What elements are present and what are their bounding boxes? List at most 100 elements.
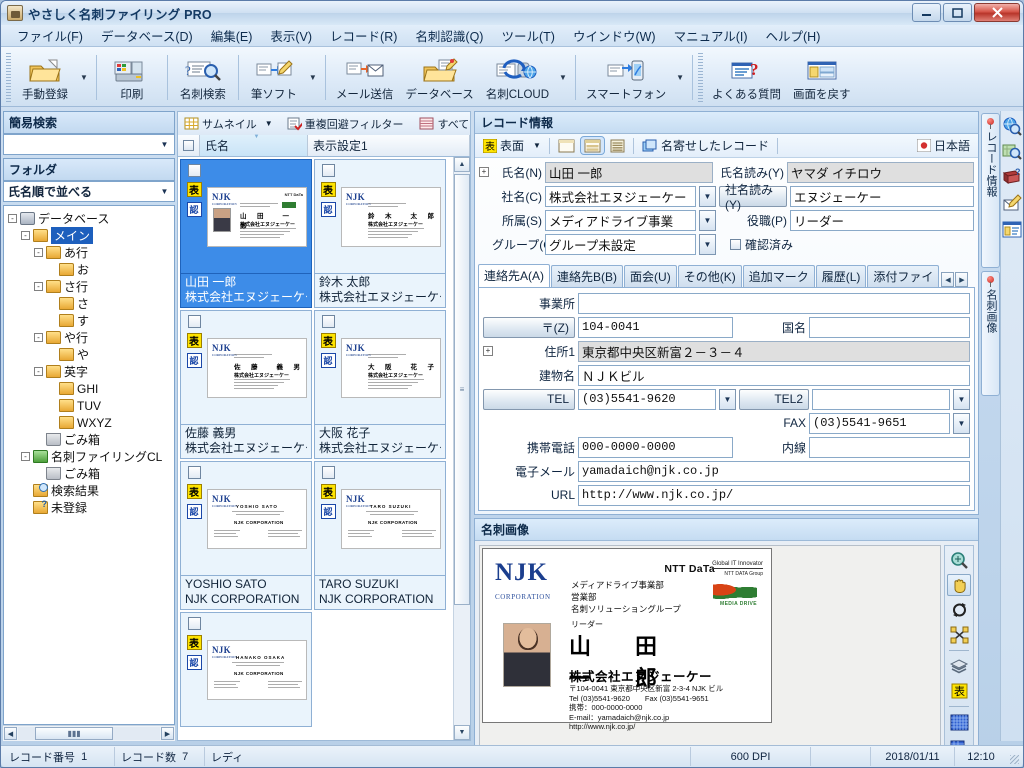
scroll-up-icon[interactable]: ▲ xyxy=(454,157,470,172)
tree-horizontal-scrollbar[interactable]: ◀ ▮▮▮ ▶ xyxy=(3,725,175,741)
recognized-icon[interactable]: 認 xyxy=(320,504,336,519)
duplicate-filter-button[interactable]: 重複回避フィルター xyxy=(283,115,408,133)
toolbar-grip[interactable] xyxy=(6,53,11,102)
title-field[interactable]: リーダー xyxy=(790,209,974,231)
tree-expander-icon[interactable]: - xyxy=(34,282,43,291)
toolbar-pen-software-dropdown[interactable]: ▼ xyxy=(305,49,321,106)
tree-node[interactable]: - データベース xyxy=(8,210,174,227)
folder-tree[interactable]: - データベース - メイン - あ行お - さ行さす - や行や - 英字 GHI TUV WXYZ ごみ箱… xyxy=(3,205,175,725)
toolbar-card-cloud[interactable]: 名刺CLOUD xyxy=(480,49,555,106)
contact-tab-0[interactable]: 連絡先A(A) xyxy=(478,264,551,287)
map-search-icon[interactable] xyxy=(1001,141,1023,163)
front-side-icon[interactable]: 表 xyxy=(186,333,202,348)
tab-scroll-left-icon[interactable]: ◀ xyxy=(941,272,955,287)
minimize-button[interactable] xyxy=(912,3,941,22)
toolbar-manual-register[interactable]: 手動登録 xyxy=(14,49,76,106)
recognized-icon[interactable]: 認 xyxy=(186,353,202,368)
tree-expander-icon[interactable]: - xyxy=(21,452,30,461)
merged-records-button[interactable]: 名寄せしたレコード xyxy=(639,136,772,155)
pin-icon[interactable] xyxy=(985,276,996,287)
menu-edit[interactable]: 編集(E) xyxy=(203,24,261,47)
group-field[interactable]: グループ未設定 xyxy=(545,233,696,255)
tab-scroll-right-icon[interactable]: ▶ xyxy=(955,272,969,287)
toolbar-grip[interactable] xyxy=(698,53,704,102)
expand-name-icon[interactable]: + xyxy=(479,167,489,177)
building-field[interactable]: ＮＪＫビル xyxy=(578,364,970,386)
image-grid-icon[interactable] xyxy=(947,711,971,733)
tree-node[interactable]: さ xyxy=(8,295,174,312)
tel2-button[interactable]: TEL2 xyxy=(739,388,809,410)
column-display-setting[interactable]: 表示設定1 xyxy=(308,135,470,156)
fax-field[interactable]: (03)5541-9651 xyxy=(809,412,950,434)
company-kana-button[interactable]: 社名読み(Y) xyxy=(719,183,787,212)
company-field[interactable]: 株式会社エヌジェーケー xyxy=(545,185,696,207)
column-name[interactable]: 氏名 xyxy=(200,134,308,156)
card-image-canvas[interactable]: NJK CORPORATION NTT DaTa Global IT Innov… xyxy=(479,545,941,762)
toolbar-database[interactable]: データベース xyxy=(399,49,479,106)
tree-node[interactable]: - 名刺ファイリングCL xyxy=(8,448,174,465)
vscroll-track[interactable]: ≡ xyxy=(454,172,470,725)
tel-dropdown-icon[interactable]: ▼ xyxy=(719,388,736,410)
confirmed-row[interactable]: 確認済み xyxy=(730,236,793,253)
card-select-checkbox[interactable] xyxy=(321,315,335,328)
recognized-icon[interactable]: 認 xyxy=(186,202,202,217)
expand-address-icon[interactable]: + xyxy=(483,346,493,356)
card-select-checkbox[interactable] xyxy=(187,617,201,630)
front-side-icon[interactable]: 表 xyxy=(186,635,202,650)
scroll-right-icon[interactable]: ▶ xyxy=(161,727,174,740)
card-list-item[interactable]: 表認 NJK CORPORATION 大 阪 花 子株式会社エヌジェーケー 大阪 花子株… xyxy=(314,310,446,459)
tree-expander-icon[interactable]: - xyxy=(34,248,43,257)
tree-node[interactable]: - や行 xyxy=(8,329,174,346)
mobile-field[interactable]: 000-0000-0000 xyxy=(578,436,733,458)
toolbar-smartphone-dropdown[interactable]: ▼ xyxy=(672,49,688,106)
menu-view[interactable]: 表示(V) xyxy=(262,24,320,47)
card-list-item[interactable]: 表認 NJK CORPORATION YOSHIO SATO NJK CORPORATI… xyxy=(180,461,312,610)
dept-dropdown-icon[interactable]: ▼ xyxy=(699,209,716,231)
menu-card-recognition[interactable]: 名刺認識(Q) xyxy=(407,24,491,47)
vscroll-thumb[interactable]: ≡ xyxy=(454,174,470,606)
business-card-image[interactable]: NJK CORPORATION NTT DaTa Global IT Innov… xyxy=(482,548,772,731)
card-list-item[interactable]: 表認 NJK CORPORATION HANAKO OSAKA NJK CORPORAT… xyxy=(180,612,312,727)
recognized-icon[interactable]: 認 xyxy=(320,353,336,368)
fit-screen-icon[interactable] xyxy=(947,624,971,646)
menu-database[interactable]: データベース(D) xyxy=(93,24,201,47)
view-mode-dropdown[interactable]: ▼ xyxy=(263,118,275,129)
tree-node[interactable]: ごみ箱 xyxy=(8,465,174,482)
close-button[interactable] xyxy=(974,3,1020,22)
chevron-down-icon[interactable]: ▼ xyxy=(157,136,172,153)
toolbar-pen-software[interactable]: 筆ソフト xyxy=(243,49,305,106)
tree-expander-icon[interactable]: - xyxy=(21,231,30,240)
zoom-icon[interactable] xyxy=(947,549,971,571)
card-select-checkbox[interactable] xyxy=(187,315,201,328)
menu-file[interactable]: ファイル(F) xyxy=(9,24,91,47)
view-mode-button[interactable]: サムネイル xyxy=(180,115,261,133)
toolbar-mail-send[interactable]: メール送信 xyxy=(330,49,400,106)
toolbar-card-search[interactable]: ? 名刺検索 xyxy=(172,49,234,106)
record-card-icon[interactable] xyxy=(1001,219,1023,241)
tel2-dropdown-icon[interactable]: ▼ xyxy=(953,388,970,410)
address-book-icon[interactable]: ? xyxy=(1001,167,1023,189)
address1-field[interactable]: 東京都中央区新富２－３－４ xyxy=(578,340,970,362)
contact-tab-4[interactable]: 追加マーク xyxy=(742,265,815,287)
card-list-item[interactable]: 表認 NJK CORPORATION TARO SUZUKI NJK CORPORATI… xyxy=(314,461,446,610)
front-side-icon[interactable]: 表 xyxy=(320,333,336,348)
card-select-checkbox[interactable] xyxy=(187,164,201,177)
menu-tools[interactable]: ツール(T) xyxy=(493,24,562,47)
rail-tab-card-image[interactable]: 名刺画像 xyxy=(981,271,1000,396)
card-side-dropdown[interactable]: ▼ xyxy=(530,140,544,151)
tel2-field[interactable] xyxy=(812,388,950,410)
mail-compose-icon[interactable] xyxy=(1001,193,1023,215)
tree-node[interactable]: 検索結果 xyxy=(8,482,174,499)
sort-order-select[interactable]: 氏名順で並べる ▼ xyxy=(3,181,175,202)
checkbox-icon[interactable] xyxy=(183,140,194,151)
office-field[interactable] xyxy=(578,292,970,314)
tree-node[interactable]: - メイン xyxy=(8,227,174,244)
tree-node[interactable]: や xyxy=(8,346,174,363)
fax-dropdown-icon[interactable]: ▼ xyxy=(953,412,970,434)
tree-node[interactable]: GHI xyxy=(8,380,174,397)
card-select-checkbox[interactable] xyxy=(321,466,335,479)
contact-tab-3[interactable]: その他(K) xyxy=(677,265,742,287)
tree-node[interactable]: お xyxy=(8,261,174,278)
url-field[interactable]: http://www.njk.co.jp/ xyxy=(578,484,970,506)
list-vertical-scrollbar[interactable]: ▲ ≡ ▼ xyxy=(453,157,470,740)
